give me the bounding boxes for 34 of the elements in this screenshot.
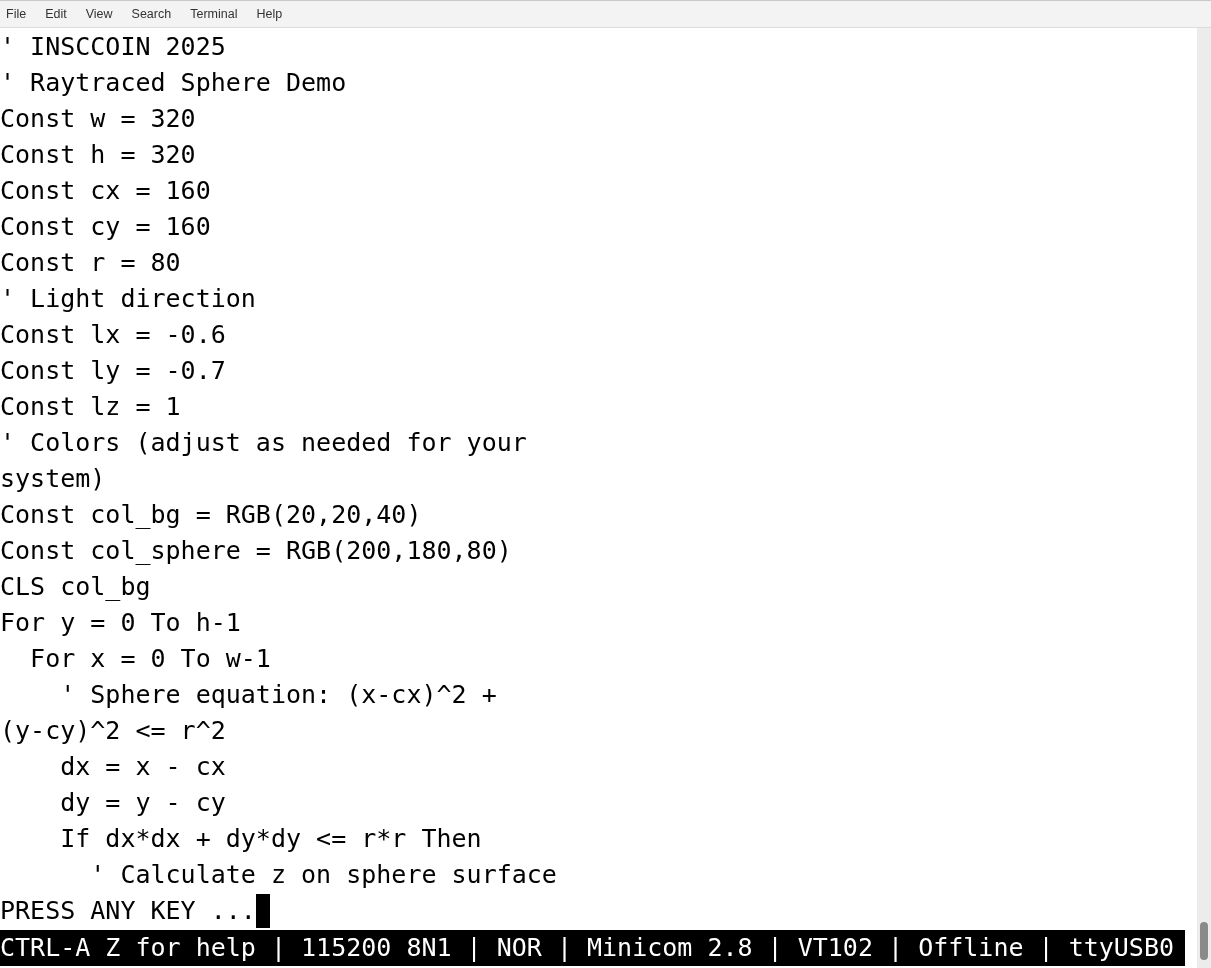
- terminal-line: ' Sphere equation: (x-cx)^2 +: [59, 679, 497, 711]
- terminal-line: For y = 0 To h-1: [0, 607, 241, 639]
- menu-item[interactable]: File: [6, 4, 27, 24]
- terminal-line: ' Light direction: [0, 283, 256, 315]
- terminal-line: Const ly = -0.7: [0, 355, 226, 387]
- terminal-line: For x = 0 To w-1: [29, 643, 271, 675]
- status-line: CTRL-A Z for help | 115200 8N1 | NOR | Minicom 2.8 | VT102 | Offline | ttyUSB0: [0, 932, 1175, 964]
- terminal-line: CLS col_bg: [0, 571, 151, 603]
- menu-item[interactable]: Help: [256, 4, 283, 24]
- menu-item[interactable]: Search: [131, 4, 172, 24]
- terminal-line: PRESS ANY KEY ...: [0, 895, 256, 927]
- terminal-line: ' INSCCOIN 2025: [0, 31, 226, 63]
- menu-item[interactable]: Terminal: [190, 4, 238, 24]
- terminal-line: ' Raytraced Sphere Demo: [0, 67, 347, 99]
- terminal-line: system): [0, 463, 106, 495]
- menu-item[interactable]: View: [85, 4, 113, 24]
- scrollbar-thumb[interactable]: [1200, 922, 1208, 960]
- terminal-line: If dx*dx + dy*dy <= r*r Then: [59, 823, 482, 855]
- terminal-line: Const r = 80: [0, 247, 181, 279]
- scrollbar[interactable]: [1197, 28, 1211, 968]
- terminal-line: dx = x - cx: [59, 751, 226, 783]
- terminal-line: Const cx = 160: [0, 175, 211, 207]
- terminal-line: Const w = 320: [0, 103, 196, 135]
- terminal-line: Const col_sphere = RGB(200,180,80): [0, 535, 512, 567]
- terminal-line: Const cy = 160: [0, 211, 211, 243]
- menu-item[interactable]: Edit: [45, 4, 67, 24]
- terminal-line: dy = y - cy: [59, 787, 226, 819]
- terminal-line: Const lx = -0.6: [0, 319, 226, 351]
- terminal-line: Const lz = 1: [0, 391, 181, 423]
- terminal-line: ' Calculate z on sphere surface: [89, 859, 557, 891]
- terminal-line: ' Colors (adjust as needed for your: [0, 427, 527, 459]
- terminal-line: Const col_bg = RGB(20,20,40): [0, 499, 422, 531]
- terminal-line: (y-cy)^2 <= r^2: [0, 715, 226, 747]
- terminal-line: Const h = 320: [0, 139, 196, 171]
